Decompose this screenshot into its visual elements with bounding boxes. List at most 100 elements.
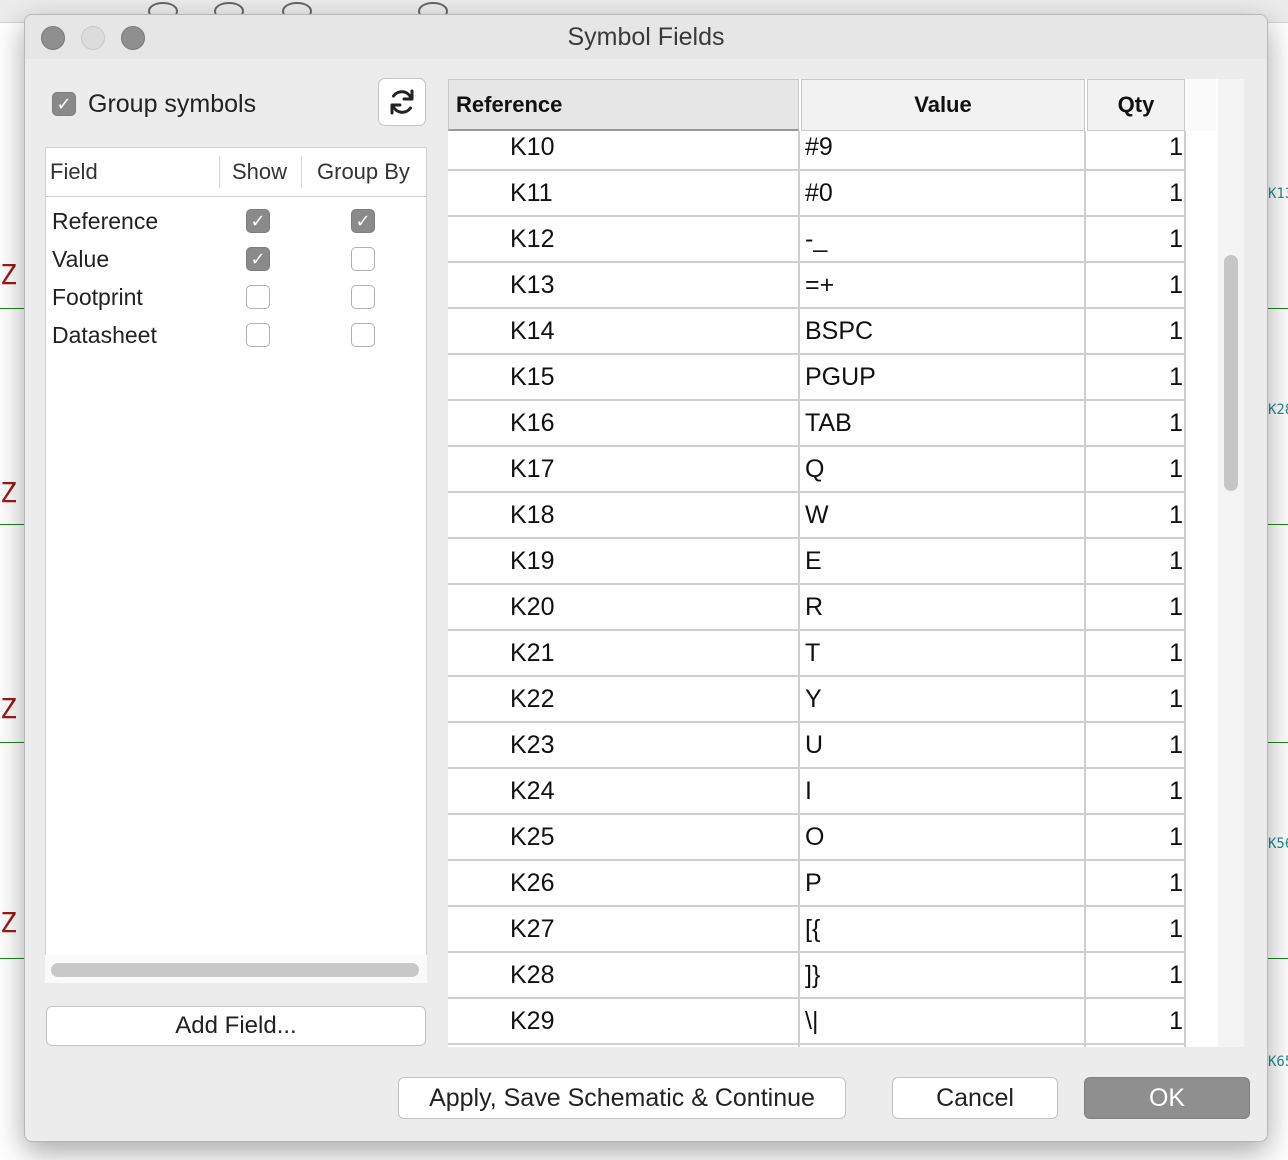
reference-cell[interactable]: K23 [510,723,554,767]
qty-cell[interactable]: 1 [1087,447,1183,491]
qty-cell[interactable]: 1 [1087,263,1183,307]
value-cell[interactable]: P [805,861,822,905]
show-checkbox[interactable]: ✓ [246,209,270,233]
value-cell[interactable]: W [805,493,829,537]
value-cell[interactable]: U [805,723,823,767]
qty-cell[interactable]: 1 [1087,999,1183,1043]
qty-cell[interactable]: 1 [1087,723,1183,767]
value-cell[interactable]: TAB [805,401,852,445]
table-row[interactable]: K22 Y 1 [448,677,1186,723]
reference-cell[interactable]: K14 [510,309,554,353]
qty-cell[interactable]: 1 [1087,815,1183,859]
show-checkbox[interactable]: ✓ [246,247,270,271]
qty-cell[interactable]: 1 [1087,125,1183,169]
dialog-titlebar[interactable]: Symbol Fields [25,15,1267,59]
group-by-checkbox[interactable] [351,247,375,271]
add-field-button[interactable]: Add Field... [46,1006,426,1046]
table-row[interactable]: K11 #0 1 [448,171,1186,217]
reference-cell[interactable]: K11 [510,171,553,215]
reference-cell[interactable]: K13 [510,263,554,307]
qty-cell[interactable]: 1 [1087,217,1183,261]
value-cell[interactable]: [{ [805,907,820,951]
table-row[interactable]: K21 T 1 [448,631,1186,677]
reference-cell[interactable]: K25 [510,815,554,859]
table-row[interactable]: K29 \| 1 [448,999,1186,1045]
group-symbols-checkbox[interactable]: ✓ [52,92,76,116]
group-by-checkbox[interactable] [351,323,375,347]
value-cell[interactable]: Y [805,677,822,721]
reference-cell[interactable]: K12 [510,217,554,261]
reference-cell[interactable]: K15 [510,355,554,399]
table-row[interactable]: K20 R 1 [448,585,1186,631]
qty-cell[interactable]: 1 [1087,493,1183,537]
show-checkbox[interactable] [246,323,270,347]
value-cell[interactable]: T [805,631,820,675]
fields-horizontal-scrollbar[interactable] [45,955,427,983]
reference-cell[interactable]: K29 [510,999,554,1043]
table-row[interactable]: K10 #9 1 [448,125,1186,171]
table-row[interactable]: K16 TAB 1 [448,401,1186,447]
table-row[interactable]: K18 W 1 [448,493,1186,539]
qty-cell[interactable]: 1 [1087,907,1183,951]
value-cell[interactable]: -_ [805,217,827,261]
column-header-value[interactable]: Value [801,79,1085,131]
qty-cell[interactable]: 1 [1087,401,1183,445]
qty-cell[interactable]: 1 [1087,677,1183,721]
fields-header-field[interactable]: Field [50,148,98,196]
reference-cell[interactable]: K21 [510,631,554,675]
value-cell[interactable]: I [805,769,812,813]
qty-cell[interactable]: 1 [1087,309,1183,353]
reference-cell[interactable]: K16 [510,401,554,445]
value-cell[interactable]: #0 [805,171,833,215]
reference-cell[interactable]: K26 [510,861,554,905]
show-checkbox[interactable] [246,285,270,309]
qty-cell[interactable]: 1 [1087,585,1183,629]
fields-header-group-by[interactable]: Group By [317,148,410,196]
value-cell[interactable]: #9 [805,125,833,169]
table-row[interactable]: K15 PGUP 1 [448,355,1186,401]
fields-header-show[interactable]: Show [232,148,287,196]
apply-save-continue-button[interactable]: Apply, Save Schematic & Continue [398,1077,846,1119]
group-symbols-option[interactable]: ✓ Group symbols [52,89,256,119]
ok-button[interactable]: OK [1084,1077,1250,1119]
scrollbar-thumb[interactable] [1224,255,1238,491]
group-by-checkbox[interactable] [351,285,375,309]
value-cell[interactable]: ]} [805,953,820,997]
reference-cell[interactable]: K28 [510,953,554,997]
table-row[interactable]: K14 BSPC 1 [448,309,1186,355]
table-row[interactable]: K19 E 1 [448,539,1186,585]
table-row[interactable]: K17 Q 1 [448,447,1186,493]
value-cell[interactable]: E [805,539,822,583]
qty-cell[interactable]: 1 [1087,953,1183,997]
qty-cell[interactable]: 1 [1087,171,1183,215]
table-row[interactable]: K28]} 1 [448,953,1186,999]
reference-cell[interactable]: K24 [510,769,554,813]
table-row[interactable]: K24 I 1 [448,769,1186,815]
table-row[interactable]: K25 O 1 [448,815,1186,861]
table-row[interactable]: K26 P 1 [448,861,1186,907]
column-header-reference[interactable]: Reference [448,79,799,131]
value-cell[interactable]: PGUP [805,355,876,399]
cancel-button[interactable]: Cancel [892,1077,1058,1119]
reference-cell[interactable]: K10 [510,125,554,169]
reference-cell[interactable]: K17 [510,447,554,491]
table-row[interactable]: K13 =+ 1 [448,263,1186,309]
value-cell[interactable]: R [805,585,823,629]
reference-cell[interactable]: K27 [510,907,554,951]
reference-cell[interactable]: K19 [510,539,554,583]
qty-cell[interactable]: 1 [1087,769,1183,813]
value-cell[interactable]: \| [805,999,818,1043]
qty-cell[interactable]: 1 [1087,355,1183,399]
column-header-qty[interactable]: Qty [1087,79,1185,131]
table-row[interactable]: K27 [{ 1 [448,907,1186,953]
qty-cell[interactable]: 1 [1087,539,1183,583]
scrollbar-thumb[interactable] [51,963,419,977]
reference-cell[interactable]: K20 [510,585,554,629]
reference-cell[interactable]: K18 [510,493,554,537]
refresh-button[interactable] [378,78,426,126]
value-cell[interactable]: Q [805,447,824,491]
qty-cell[interactable]: 1 [1087,861,1183,905]
value-cell[interactable]: O [805,815,824,859]
value-cell[interactable]: =+ [805,263,834,307]
value-cell[interactable]: BSPC [805,309,873,353]
